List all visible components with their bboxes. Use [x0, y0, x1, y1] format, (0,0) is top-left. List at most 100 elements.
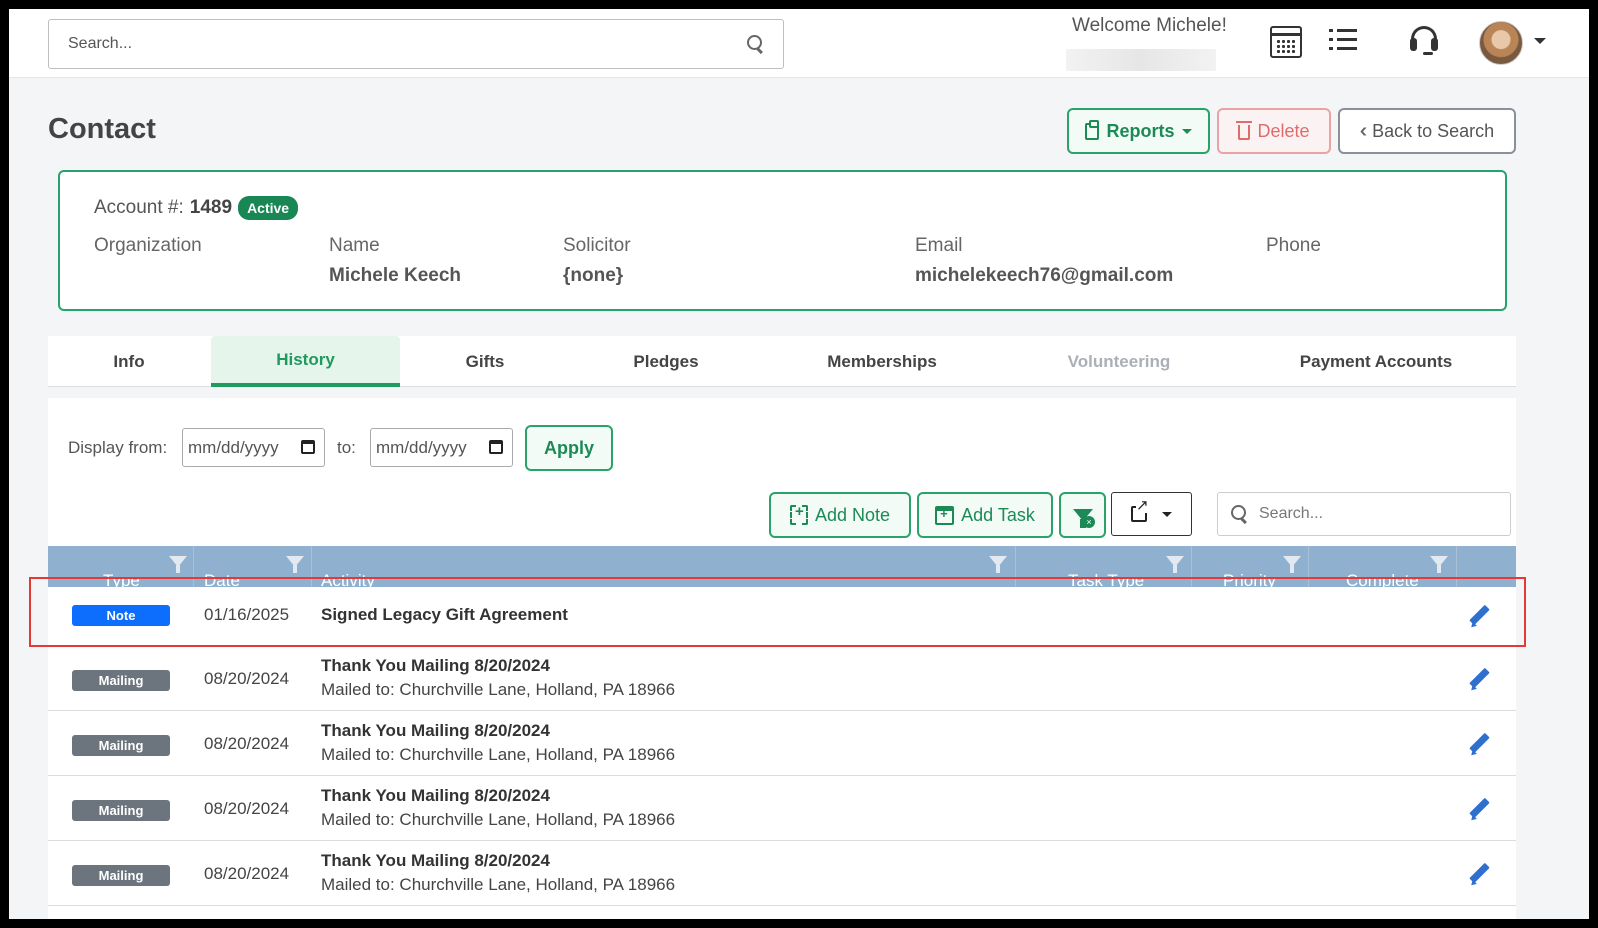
name-label: Name: [329, 235, 380, 256]
clear-filters-button[interactable]: ×: [1059, 492, 1106, 538]
row-activity-title: Signed Legacy Gift Agreement: [321, 605, 568, 624]
edit-pencil-icon[interactable]: [1469, 734, 1491, 756]
list-icon[interactable]: [1329, 29, 1359, 53]
redacted-subtext: [1066, 49, 1216, 71]
delete-button[interactable]: Delete: [1217, 108, 1331, 154]
table-row[interactable]: Mailing 08/20/2024 Thank You Mailing 8/2…: [48, 841, 1516, 906]
date-to-placeholder: mm/dd/yyyy: [376, 437, 467, 457]
filter-icon[interactable]: [1166, 556, 1184, 573]
tab-memberships[interactable]: Memberships: [762, 336, 1002, 387]
calendar-picker-icon[interactable]: [301, 440, 315, 454]
filter-icon[interactable]: [286, 556, 304, 573]
organization-label: Organization: [94, 235, 202, 256]
avatar[interactable]: [1479, 21, 1523, 65]
date-from-input[interactable]: mm/dd/yyyy: [182, 428, 325, 467]
search-icon[interactable]: [746, 34, 766, 54]
type-badge: Mailing: [72, 735, 170, 756]
welcome-message: Welcome Michele!: [1072, 15, 1227, 36]
column-header-date[interactable]: Date: [194, 546, 312, 587]
row-date: 08/20/2024: [204, 669, 290, 688]
page-title: Contact: [48, 113, 156, 145]
delete-button-label: Delete: [1257, 120, 1310, 141]
double-chevron-left-icon: ‹‹: [1359, 119, 1369, 142]
account-label: Account #:: [94, 197, 184, 218]
headset-icon[interactable]: [1409, 26, 1439, 58]
filter-icon[interactable]: [169, 556, 187, 573]
edit-pencil-icon[interactable]: [1469, 669, 1491, 691]
filter-icon[interactable]: [1283, 556, 1301, 573]
edit-pencil-icon[interactable]: [1469, 606, 1491, 628]
calendar-picker-icon[interactable]: [489, 440, 503, 454]
add-note-label: Add Note: [814, 504, 891, 525]
row-activity-title: Thank You Mailing 8/20/2024: [321, 721, 550, 740]
account-number: 1489: [189, 197, 233, 218]
column-header-task-type[interactable]: Task Type: [1016, 546, 1192, 587]
row-date: 08/20/2024: [204, 864, 290, 883]
table-search[interactable]: [1217, 492, 1511, 536]
trash-icon: [1236, 121, 1253, 140]
filter-icon[interactable]: [1430, 556, 1448, 573]
solicitor-value: {none}: [563, 265, 624, 286]
row-activity-title: Thank You Mailing 8/20/2024: [321, 656, 550, 675]
tab-history[interactable]: History: [211, 336, 400, 387]
column-header-activity[interactable]: Activity: [312, 546, 1016, 587]
apply-button[interactable]: Apply: [525, 425, 613, 471]
table-row[interactable]: Mailing 08/20/2024 Thank You Mailing 8/2…: [48, 711, 1516, 776]
solicitor-label: Solicitor: [563, 235, 631, 256]
type-badge: Mailing: [72, 865, 170, 886]
status-badge: Active: [238, 196, 299, 220]
filter-icon[interactable]: [989, 556, 1007, 573]
export-icon: [1131, 499, 1149, 522]
row-activity-detail: Mailed to: Churchville Lane, Holland, PA…: [321, 810, 676, 829]
type-badge: Mailing: [72, 800, 170, 821]
column-header-type[interactable]: Type: [48, 546, 194, 587]
reports-button[interactable]: Reports: [1067, 108, 1210, 154]
column-header-complete[interactable]: Complete: [1309, 546, 1457, 587]
row-activity-detail: Mailed to: Churchville Lane, Holland, PA…: [321, 875, 676, 894]
calendar-plus-icon: [935, 505, 955, 525]
edit-pencil-icon[interactable]: [1469, 799, 1491, 821]
add-task-button[interactable]: Add Task: [917, 492, 1053, 538]
calendar-icon[interactable]: [1270, 26, 1302, 58]
top-bar: Welcome Michele!: [9, 9, 1589, 78]
tab-gifts[interactable]: Gifts: [400, 336, 570, 387]
date-from-placeholder: mm/dd/yyyy: [188, 437, 279, 457]
global-search-input[interactable]: [49, 20, 783, 68]
phone-label: Phone: [1266, 235, 1321, 256]
close-icon: ×: [1083, 516, 1095, 528]
name-value: Michele Keech: [329, 265, 461, 286]
row-date: 01/16/2025: [204, 605, 290, 624]
back-to-search-button[interactable]: ‹‹ Back to Search: [1338, 108, 1516, 154]
chevron-down-icon[interactable]: [1534, 38, 1546, 44]
column-header-actions: [1457, 546, 1516, 587]
caret-down-icon: [1162, 511, 1172, 517]
to-label: to:: [337, 438, 356, 457]
table-search-input[interactable]: [1218, 493, 1510, 535]
export-button[interactable]: [1111, 492, 1192, 536]
email-label: Email: [915, 235, 963, 256]
display-from-label: Display from:: [68, 438, 168, 457]
table-row[interactable]: Mailing 08/20/2024 Thank You Mailing 8/2…: [48, 646, 1516, 711]
caret-down-icon: [1181, 128, 1192, 134]
clipboard-chart-icon: [1085, 119, 1100, 140]
column-header-priority[interactable]: Priority: [1192, 546, 1309, 587]
date-to-input[interactable]: mm/dd/yyyy: [370, 428, 513, 467]
table-header: Type Date Activity Task Type Priority Co…: [48, 546, 1516, 587]
global-search[interactable]: [48, 19, 784, 69]
tab-pledges[interactable]: Pledges: [570, 336, 762, 387]
table-row[interactable]: Mailing 08/20/2024 Thank You Mailing 8/2…: [48, 776, 1516, 841]
row-date: 08/20/2024: [204, 799, 290, 818]
table-row[interactable]: Note 01/16/2025 Signed Legacy Gift Agree…: [48, 587, 1516, 646]
type-badge: Note: [72, 605, 170, 626]
app-window: Welcome Michele! Contact Reports Delete …: [9, 9, 1589, 919]
add-task-label: Add Task: [961, 504, 1035, 525]
account-line: Account #: 1489 Active: [94, 196, 299, 220]
row-activity-title: Thank You Mailing 8/20/2024: [321, 851, 550, 870]
tab-info[interactable]: Info: [48, 336, 210, 387]
tab-payment-accounts[interactable]: Payment Accounts: [1236, 336, 1516, 387]
row-activity-detail: Mailed to: Churchville Lane, Holland, PA…: [321, 745, 676, 764]
edit-pencil-icon[interactable]: [1469, 864, 1491, 886]
contact-tabs: Info History Gifts Pledges Memberships V…: [48, 336, 1516, 387]
add-note-button[interactable]: Add Note: [769, 492, 911, 538]
row-activity-detail: Mailed to: Churchville Lane, Holland, PA…: [321, 680, 676, 699]
